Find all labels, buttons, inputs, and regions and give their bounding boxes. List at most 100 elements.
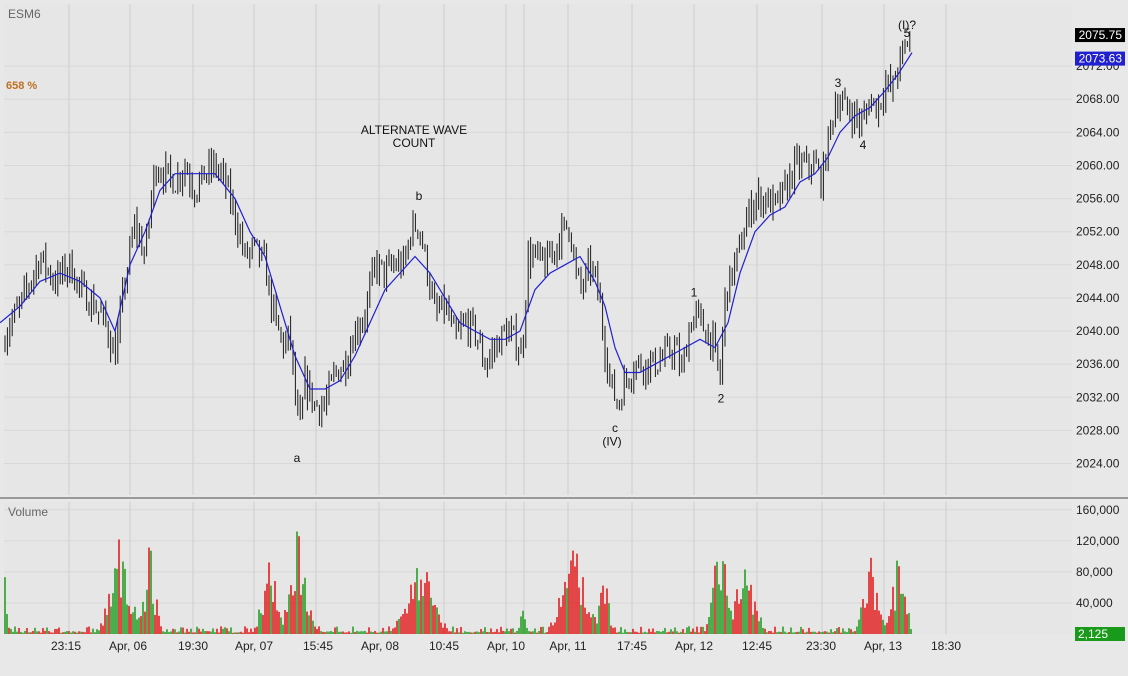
- volume-bar: [268, 562, 270, 634]
- volume-bar: [410, 584, 412, 634]
- volume-bar: [90, 632, 92, 634]
- time-tick-label: Apr, 06: [109, 639, 147, 653]
- volume-bar: [246, 628, 248, 634]
- volume-bar: [766, 632, 768, 634]
- time-tick-label: 18:30: [931, 639, 961, 653]
- volume-bar: [730, 610, 732, 634]
- volume-bar: [92, 628, 94, 634]
- volume-bar: [60, 632, 62, 634]
- volume-bar: [836, 628, 838, 634]
- volume-bar: [18, 627, 20, 634]
- volume-bar: [824, 631, 826, 634]
- volume-bar: [878, 610, 880, 634]
- volume-bar: [454, 632, 456, 634]
- volume-bar: [226, 628, 228, 634]
- time-tick-label: Apr, 12: [675, 639, 713, 653]
- volume-bar: [240, 631, 242, 634]
- volume-bar: [402, 614, 404, 634]
- volume-bar: [678, 632, 680, 634]
- volume-bar: [702, 626, 704, 634]
- volume-bar: [518, 627, 520, 634]
- volume-bar: [288, 594, 290, 634]
- volume-bar: [750, 584, 752, 634]
- volume-bar: [258, 609, 260, 634]
- volume-bar: [886, 622, 888, 634]
- volume-bar: [650, 631, 652, 634]
- volume-bar: [638, 632, 640, 634]
- volume-bar: [696, 626, 698, 634]
- volume-bar: [84, 632, 86, 634]
- volume-bar: [358, 631, 360, 634]
- volume-bar: [604, 603, 606, 634]
- volume-bar: [720, 590, 722, 634]
- volume-bar: [778, 631, 780, 634]
- volume-bar: [712, 587, 714, 634]
- volume-bar: [250, 628, 252, 634]
- volume-bar: [758, 621, 760, 634]
- volume-bar: [554, 622, 556, 634]
- volume-bar: [724, 564, 726, 634]
- volume-bar: [812, 631, 814, 634]
- volume-bar: [910, 629, 912, 634]
- volume-bar: [284, 609, 286, 634]
- volume-bar: [196, 626, 198, 634]
- volume-bar: [62, 632, 64, 634]
- volume-bar: [568, 573, 570, 634]
- volume-bar: [398, 618, 400, 634]
- volume-bar: [772, 632, 774, 634]
- volume-bar: [4, 577, 6, 634]
- volume-bar: [300, 594, 302, 634]
- volume-bar: [148, 547, 150, 634]
- volume-bar: [422, 596, 424, 634]
- volume-bar: [662, 630, 664, 634]
- volume-bar: [546, 632, 548, 634]
- volume-bar: [592, 614, 594, 634]
- volume-bar: [746, 585, 748, 634]
- volume-bar: [760, 617, 762, 634]
- volume-bar: [726, 595, 728, 634]
- volume-bar: [278, 611, 280, 634]
- volume-bar: [318, 626, 320, 634]
- volume-bar: [208, 631, 210, 634]
- volume-bar: [376, 632, 378, 634]
- volume-bar: [542, 626, 544, 634]
- volume-bar: [602, 585, 604, 634]
- volume-bar: [294, 591, 296, 634]
- volume-bar: [708, 617, 710, 634]
- volume-bar: [868, 571, 870, 634]
- volume-bar: [440, 622, 442, 634]
- volume-bar: [366, 632, 368, 634]
- volume-bar: [344, 632, 346, 634]
- volume-bar: [864, 607, 866, 634]
- volume-bar: [456, 628, 458, 634]
- volume-bar: [612, 627, 614, 634]
- volume-bar: [498, 632, 500, 634]
- volume-bar: [578, 587, 580, 634]
- volume-bar: [308, 615, 310, 634]
- volume-bar: [282, 624, 284, 634]
- volume-bar: [742, 588, 744, 634]
- volume-bar: [788, 632, 790, 634]
- volume-bar: [12, 631, 14, 634]
- volume-bar: [598, 605, 600, 634]
- volume-bar: [292, 595, 294, 634]
- volume-bar: [470, 632, 472, 634]
- volume-bar: [106, 614, 108, 634]
- volume-bar: [594, 617, 596, 634]
- volume-bar: [316, 629, 318, 634]
- volume-bar: [898, 566, 900, 634]
- volume-bar: [762, 627, 764, 634]
- volume-bar: [392, 628, 394, 634]
- volume-bar: [8, 627, 10, 634]
- volume-bar: [436, 607, 438, 634]
- volume-bar: [784, 631, 786, 634]
- volume-bar: [74, 631, 76, 634]
- price-tick-label: 2060.00: [1076, 158, 1120, 172]
- volume-bar: [792, 632, 794, 634]
- volume-bar: [114, 568, 116, 634]
- volume-bar: [362, 631, 364, 634]
- volume-bar: [576, 553, 578, 634]
- volume-bar: [474, 631, 476, 634]
- volume-bar: [840, 632, 842, 634]
- volume-bar: [826, 631, 828, 634]
